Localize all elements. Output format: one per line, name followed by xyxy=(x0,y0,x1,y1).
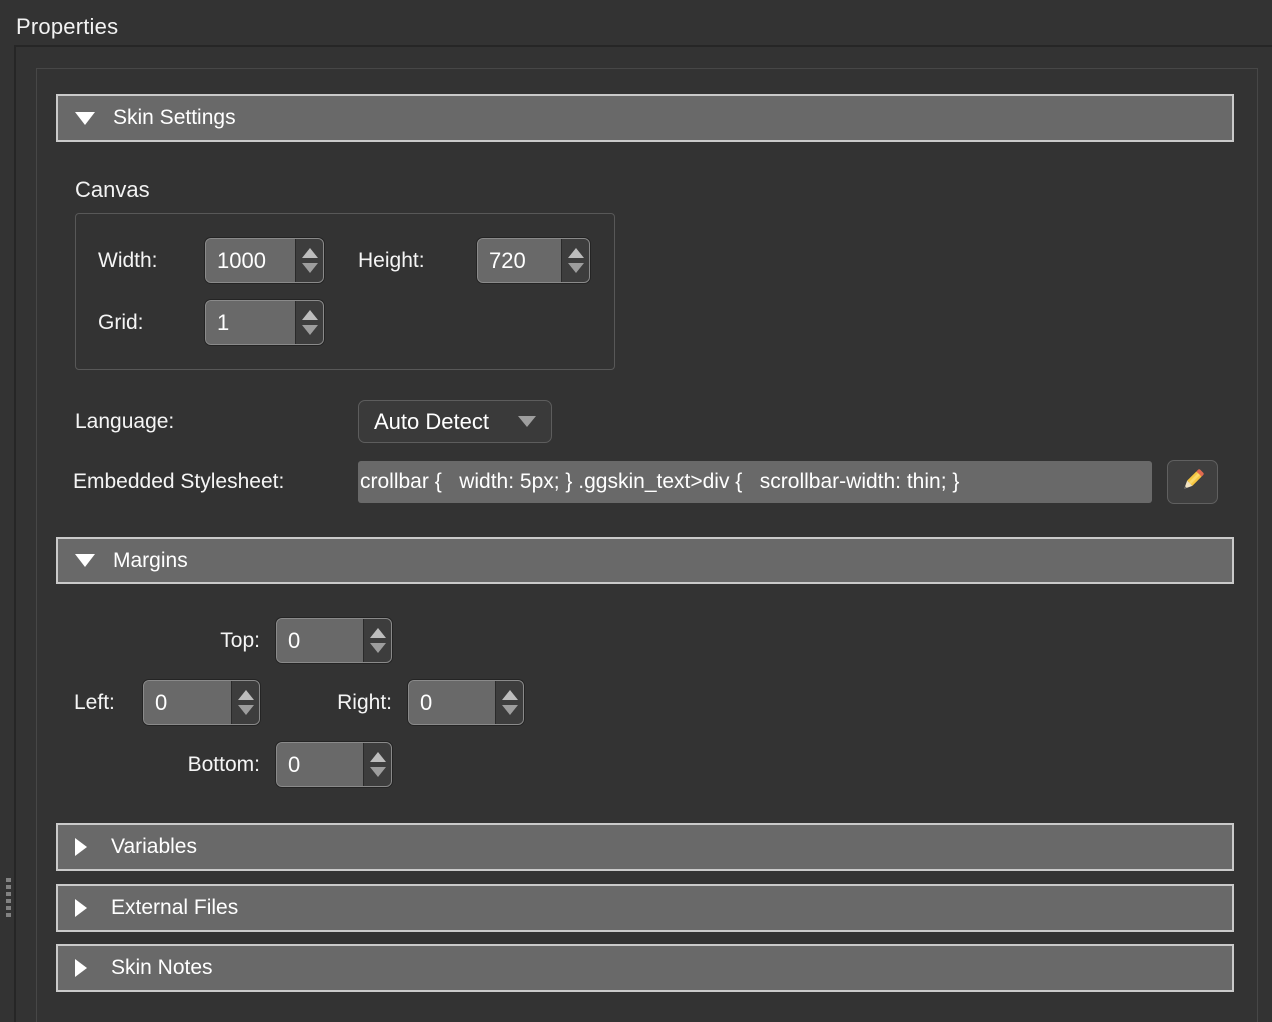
margin-left-spinner-value[interactable]: 0 xyxy=(144,681,231,724)
expand-triangle-icon[interactable] xyxy=(75,838,87,856)
margin-left-spinner-buttons[interactable] xyxy=(231,681,259,724)
spinner-down-icon[interactable] xyxy=(238,705,254,715)
spinner-down-icon[interactable] xyxy=(370,767,386,777)
chevron-down-icon xyxy=(518,416,536,427)
height-spinner-buttons[interactable] xyxy=(561,239,589,282)
section-header-external-files[interactable]: External Files xyxy=(56,884,1234,932)
margin-top-spinner[interactable]: 0 xyxy=(276,618,392,663)
canvas-group-label: Canvas xyxy=(75,177,150,203)
margin-top-spinner-buttons[interactable] xyxy=(363,619,391,662)
section-label: Variables xyxy=(111,835,197,859)
language-dropdown[interactable]: Auto Detect xyxy=(358,400,552,443)
spinner-up-icon[interactable] xyxy=(370,752,386,762)
collapse-triangle-icon[interactable] xyxy=(75,554,95,567)
margin-right-spinner[interactable]: 0 xyxy=(408,680,524,725)
spinner-up-icon[interactable] xyxy=(302,310,318,320)
height-spinner[interactable]: 720 xyxy=(477,238,590,283)
margin-bottom-label: Bottom: xyxy=(130,752,260,778)
language-dropdown-value: Auto Detect xyxy=(374,409,489,435)
height-label: Height: xyxy=(358,248,425,274)
panel-resize-grip[interactable] xyxy=(6,878,12,917)
embedded-stylesheet-label: Embedded Stylesheet: xyxy=(73,469,284,495)
margin-right-label: Right: xyxy=(300,690,392,716)
expand-triangle-icon[interactable] xyxy=(75,959,87,977)
grid-spinner-value[interactable]: 1 xyxy=(206,301,295,344)
height-spinner-value[interactable]: 720 xyxy=(478,239,561,282)
margin-top-spinner-value[interactable]: 0 xyxy=(277,619,363,662)
grid-label: Grid: xyxy=(98,310,144,336)
spinner-up-icon[interactable] xyxy=(238,690,254,700)
panel-title: Properties xyxy=(16,14,118,40)
spinner-down-icon[interactable] xyxy=(302,325,318,335)
margin-left-spinner[interactable]: 0 xyxy=(143,680,260,725)
section-label: External Files xyxy=(111,896,238,920)
spinner-up-icon[interactable] xyxy=(568,248,584,258)
margin-right-spinner-buttons[interactable] xyxy=(495,681,523,724)
spinner-up-icon[interactable] xyxy=(502,690,518,700)
spinner-down-icon[interactable] xyxy=(302,263,318,273)
margin-bottom-spinner-value[interactable]: 0 xyxy=(277,743,363,786)
embedded-stylesheet-input[interactable]: crollbar { width: 5px; } .ggskin_text>di… xyxy=(358,461,1152,503)
section-header-skin-settings[interactable]: Skin Settings xyxy=(56,94,1234,142)
margin-top-label: Top: xyxy=(150,628,260,654)
spinner-down-icon[interactable] xyxy=(370,643,386,653)
section-label: Skin Settings xyxy=(113,106,236,130)
margin-right-spinner-value[interactable]: 0 xyxy=(409,681,495,724)
spinner-up-icon[interactable] xyxy=(370,628,386,638)
spinner-down-icon[interactable] xyxy=(568,263,584,273)
margin-bottom-spinner-buttons[interactable] xyxy=(363,743,391,786)
collapse-triangle-icon[interactable] xyxy=(75,112,95,125)
width-spinner-value[interactable]: 1000 xyxy=(206,239,295,282)
width-label: Width: xyxy=(98,248,158,274)
language-label: Language: xyxy=(75,409,174,435)
margin-bottom-spinner[interactable]: 0 xyxy=(276,742,392,787)
section-header-variables[interactable]: Variables xyxy=(56,823,1234,871)
grid-spinner-buttons[interactable] xyxy=(295,301,323,344)
width-spinner[interactable]: 1000 xyxy=(205,238,324,283)
section-header-margins[interactable]: Margins xyxy=(56,537,1234,584)
grid-spinner[interactable]: 1 xyxy=(205,300,324,345)
margin-left-label: Left: xyxy=(74,690,115,716)
pencil-icon xyxy=(1178,465,1208,500)
spinner-up-icon[interactable] xyxy=(302,248,318,258)
section-header-skin-notes[interactable]: Skin Notes xyxy=(56,944,1234,992)
canvas-group-box xyxy=(75,213,615,370)
spinner-down-icon[interactable] xyxy=(502,705,518,715)
section-label: Margins xyxy=(113,549,188,573)
section-label: Skin Notes xyxy=(111,956,213,980)
expand-triangle-icon[interactable] xyxy=(75,899,87,917)
width-spinner-buttons[interactable] xyxy=(295,239,323,282)
edit-stylesheet-button[interactable] xyxy=(1167,460,1218,504)
